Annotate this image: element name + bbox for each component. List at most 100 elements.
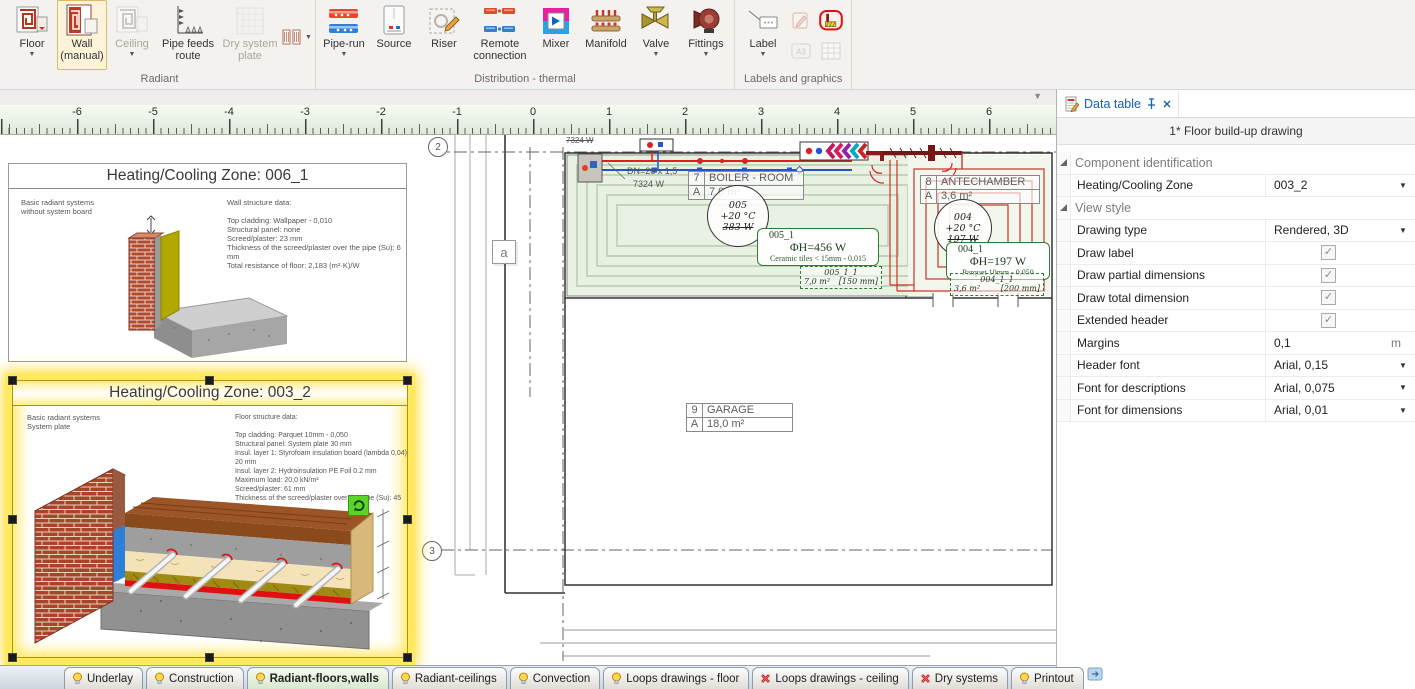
loop-sublabel-004-1-1[interactable]: 004_1_1 3,6 m²[200 mm] [950,273,1044,296]
section-view-style[interactable]: View style [1057,197,1415,220]
tab-radiant-ceilings[interactable]: Radiant-ceilings [392,667,507,689]
fittings-label: Fittings [688,38,723,50]
tab-dry-systems[interactable]: Dry systems [912,667,1008,689]
selection-handle[interactable] [205,376,214,385]
riser-label: Riser [431,38,457,50]
source-label: Source [377,38,412,50]
extended-header-checkbox[interactable] [1321,313,1336,328]
tab-convection[interactable]: Convection [510,667,601,689]
drawing-type-dropdown[interactable]: Rendered, 3D [1266,223,1391,237]
rotate-button[interactable] [348,495,369,516]
room-label-garage[interactable]: 9GARAGE A18,0 m² [686,403,793,432]
panel-document-title: 1* Floor build-up drawing [1057,118,1415,145]
selection-handle[interactable] [403,515,412,524]
tab-scroll-button[interactable] [1087,667,1103,686]
draw-partial-dimensions-checkbox[interactable] [1321,268,1336,283]
floor-buildup-drawing-button[interactable] [819,9,843,33]
ceiling-button[interactable]: Ceiling ▼ [107,0,157,70]
selection-handle[interactable] [8,515,17,524]
tab-loops-drawings-ceiling[interactable]: Loops drawings - ceiling [752,667,908,689]
zone-value-dropdown[interactable]: 003_2 [1266,178,1391,192]
horizontal-ruler: -6 -5 -4 -3 -2 -1 0 1 2 3 4 5 6 [0,105,1056,135]
svg-text:A3: A3 [796,48,806,57]
valve-button[interactable]: Valve ▼ [631,0,681,70]
mixer-button[interactable]: Mixer [531,0,581,70]
table-graphic-button[interactable] [819,39,843,63]
copy-drawing-button[interactable] [789,9,813,33]
bulb-icon [72,672,83,685]
room-label-antechamber[interactable]: 8ANTECHAMBER A3,6 m² [920,175,1040,204]
draw-total-dimension-checkbox[interactable] [1321,290,1336,305]
riser-button[interactable]: Riser [419,0,469,70]
drawing-canvas[interactable]: 7324 W DN=28 x 1,5 7324 W 2 3 a 7BOILER … [0,135,1056,665]
property-label: Drawing type [1071,220,1266,242]
data-table-tab[interactable]: Data table [1063,91,1179,117]
tab-underlay[interactable]: Underlay [64,667,143,689]
source-symbol [578,154,602,182]
dropdown-arrow-icon[interactable]: ▼ [1391,181,1415,190]
dimensions-font-dropdown[interactable]: Arial, 0,01 [1266,403,1391,417]
ribbon: Floor ▼ Wall (manual) Ceiling ▼ Pipe fee… [0,0,1415,90]
remote-connection-button[interactable]: Remote connection [469,0,531,70]
selection-handle[interactable] [8,376,17,385]
selection-handle[interactable] [8,653,17,662]
data-table-panel: Data table 1* Floor build-up drawing Com… [1056,90,1415,689]
descriptions-font-dropdown[interactable]: Arial, 0,075 [1266,381,1391,395]
tab-loops-drawings-floor[interactable]: Loops drawings - floor [603,667,749,689]
bulb-icon [255,672,266,685]
selection-handle[interactable] [205,653,214,662]
close-panel-icon[interactable] [1162,99,1172,109]
draw-label-checkbox[interactable] [1321,245,1336,260]
selection-handle[interactable] [403,653,412,662]
selection-handle[interactable] [403,376,412,385]
zone-006-3d-graphic [99,212,329,360]
property-row-extended-header: Extended header [1057,310,1415,333]
label-label: Label [749,38,776,50]
pipe-run-button[interactable]: Pipe-run ▼ [319,0,369,70]
label-button[interactable]: Label ▼ [738,0,788,70]
fittings-button[interactable]: Fittings ▼ [681,0,731,70]
dropdown-arrow-icon[interactable]: ▼ [1391,361,1415,370]
zone-box-006-1[interactable]: Heating/Cooling Zone: 006_1 Basic radian… [8,163,407,362]
floor-button[interactable]: Floor ▼ [7,0,57,70]
axis-marker-3: 3 [422,541,442,561]
dropdown-arrow-icon[interactable]: ▼ [1391,406,1415,415]
ruler-label: -5 [148,106,158,118]
dry-system-plate-button[interactable]: Dry system plate [219,0,281,70]
wall-label-line2: (manual) [60,50,103,62]
zone-box-003-2[interactable]: Heating/Cooling Zone: 003_2 Basic radian… [12,380,408,658]
wall-manual-button[interactable]: Wall (manual) [57,0,107,70]
pin-icon[interactable] [1146,98,1157,110]
dry-system-label-line2: plate [238,50,262,62]
margins-input[interactable]: 0,1 [1266,336,1391,350]
dropdown-arrow-icon[interactable]: ▼ [1391,383,1415,392]
pipe-size-label: DN=28 x 1,5 [627,166,677,176]
tab-radiant-floors-walls[interactable]: Radiant-floors,walls [247,667,389,689]
property-label: Header font [1071,355,1266,377]
valve-dropdown-arrow: ▼ [652,51,659,58]
loop-sublabel-005-1-1[interactable]: 005_1_1 7,0 m²[150 mm] [800,266,882,289]
labels-minibuttons: A3 [788,6,846,64]
loop-label-005-1[interactable]: 005_1ΦH=456 WCeramic tiles < 15mm - 0,01… [757,228,879,266]
section-component-identification[interactable]: Component identification [1057,152,1415,175]
page-format-button[interactable]: A3 [789,39,813,63]
view-options-dropdown[interactable]: ▼ [1033,91,1042,101]
pipe-run-label: Pipe-run [323,38,365,50]
property-label: Draw label [1071,242,1266,264]
pipe-feeds-route-button[interactable]: Pipe feeds route [157,0,219,70]
property-row-margins: Margins 0,1 m [1057,332,1415,355]
wall-label-line1: Wall [72,38,93,50]
manifold-button[interactable]: Manifold [581,0,631,70]
pipe-label-leader [608,163,625,179]
remote-connection-label-line2: connection [473,50,526,62]
panel-tab-strip: Data table [1057,90,1415,118]
header-font-dropdown[interactable]: Arial, 0,15 [1266,358,1391,372]
dry-system-plate-icon [233,4,267,38]
dropdown-arrow-icon[interactable]: ▼ [1391,226,1415,235]
tab-printout[interactable]: Printout [1011,667,1084,689]
tab-construction[interactable]: Construction [146,667,244,689]
wall-options-button[interactable]: ▼ [281,26,312,48]
source-button[interactable]: Source [369,0,419,70]
floor-icon [15,4,49,38]
manifold-symbol [800,142,868,160]
